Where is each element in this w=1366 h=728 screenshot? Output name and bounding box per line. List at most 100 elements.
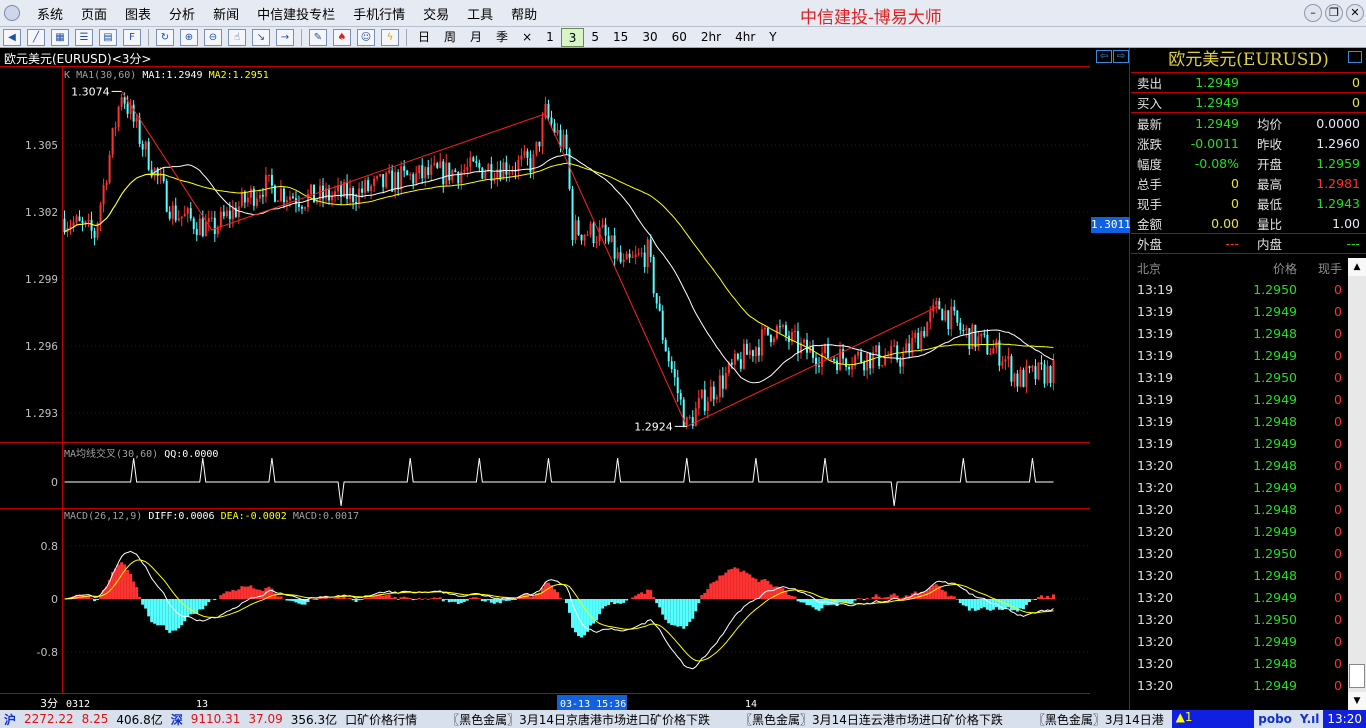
f10-icon[interactable]: F [123, 28, 141, 46]
line-chart-icon[interactable]: ╱ [27, 28, 45, 46]
menu-item[interactable]: 系统 [28, 4, 72, 23]
candle-body [276, 200, 279, 202]
tick-price: 1.2950 [1253, 611, 1297, 627]
candle-body [243, 191, 246, 203]
restore-button[interactable]: ❐ [1325, 4, 1343, 22]
price-chart[interactable]: 1.305 1.302 1.299 1.296 1.293 1.3074 1.2924 0 0.… [0, 67, 1090, 710]
tick-scrollbar[interactable]: ▲ ▼ [1348, 258, 1366, 710]
zoom-out-icon[interactable]: ⊖ [204, 28, 222, 46]
period-button[interactable]: 4hr [728, 28, 762, 47]
period-button[interactable]: 2hr [694, 28, 728, 47]
candle-body [385, 172, 388, 188]
sell-row: 卖出 1.2949 0 [1131, 73, 1366, 93]
scroll-down-icon[interactable]: ▼ [1348, 692, 1366, 710]
alarm-bell-icon[interactable]: ♠ [333, 28, 351, 46]
menu-item[interactable]: 中信建投专栏 [248, 4, 344, 23]
tick-list: 北京 价格 现手 13:19 1.2950 0 13:19 1.2949 0 13:19 1.… [1131, 258, 1348, 696]
period-button[interactable]: 日 [411, 28, 437, 47]
candle-body [947, 310, 950, 330]
import-icon[interactable]: → [276, 28, 294, 46]
lightning-icon[interactable]: ϟ [381, 28, 399, 46]
scroll-up-icon[interactable]: ▲ [1348, 258, 1366, 276]
candle-body [830, 358, 833, 360]
tick-row: 13:19 1.2949 0 [1131, 432, 1348, 454]
quote-value: 0.00 [1211, 215, 1239, 231]
candle-body [640, 252, 643, 254]
candle-body [604, 224, 607, 236]
quote-list-icon[interactable]: ☰ [75, 28, 93, 46]
candle-body [418, 165, 421, 174]
candle-body [959, 322, 962, 330]
tick-price: 1.2950 [1253, 545, 1297, 561]
candle-body [279, 188, 282, 201]
scroll-left-icon[interactable]: ⇦ [1096, 50, 1112, 63]
candle-body [183, 213, 186, 217]
period-button[interactable]: Y [762, 28, 783, 47]
quote-label: 昨收 [1257, 136, 1283, 152]
tick-row: 13:20 1.2949 0 [1131, 630, 1348, 652]
menu-item[interactable]: 帮助 [502, 4, 546, 23]
refresh-icon[interactable]: ↻ [156, 28, 174, 46]
candle-body [132, 104, 135, 122]
tick-row: 13:19 1.2948 0 [1131, 322, 1348, 344]
candle-body [748, 350, 751, 355]
candle-body [577, 220, 580, 235]
report-icon[interactable]: ▤ [99, 28, 117, 46]
period-button[interactable]: 1 [539, 28, 561, 47]
quote-label: 总手 [1137, 176, 1163, 192]
candle-body [860, 351, 863, 363]
menu-item[interactable]: 页面 [72, 4, 116, 23]
candle-body [992, 348, 995, 354]
scroll-right-icon[interactable]: ⇨ [1113, 50, 1129, 63]
candle-body [851, 365, 854, 370]
menu-item[interactable]: 交易 [414, 4, 458, 23]
price-tick-label: 1.296 [25, 340, 58, 353]
candle-body [63, 218, 66, 233]
draw-icon[interactable]: ✎ [309, 28, 327, 46]
candle-body [1046, 366, 1049, 384]
export-icon[interactable]: ↘ [252, 28, 270, 46]
multi-chart-icon[interactable]: ▦ [51, 28, 69, 46]
period-button[interactable]: 30 [635, 28, 664, 47]
minimize-button[interactable]: – [1304, 4, 1322, 22]
scroll-thumb[interactable] [1349, 664, 1365, 688]
time-label: 13 [196, 699, 208, 710]
menu-item[interactable]: 新闻 [204, 4, 248, 23]
tick-price: 1.2948 [1253, 325, 1297, 341]
macd-diff: DIFF:0.0006 [148, 511, 215, 522]
alert-indicator[interactable]: ▲1 [1171, 710, 1255, 728]
close-button[interactable]: ✕ [1346, 4, 1364, 22]
candle-body [135, 117, 138, 122]
candle-body [75, 216, 78, 223]
period-button[interactable]: 周 [437, 28, 463, 47]
period-button[interactable]: 3 [560, 27, 585, 47]
period-button[interactable]: 月 [463, 28, 489, 47]
app-logo-icon[interactable] [4, 5, 20, 21]
cursor-icon[interactable]: ☝ [228, 28, 246, 46]
menu-item[interactable]: 图表 [116, 4, 160, 23]
period-button[interactable]: 15 [606, 28, 635, 47]
outer-value: --- [1225, 236, 1239, 251]
candle-body [102, 185, 105, 205]
tick-row: 13:19 1.2950 0 [1131, 278, 1348, 300]
buy-label: 买入 [1137, 96, 1163, 111]
sell-volume: 0 [1352, 75, 1360, 90]
zoom-in-icon[interactable]: ⊕ [180, 28, 198, 46]
menu-item[interactable]: 手机行情 [344, 4, 414, 23]
back-icon[interactable]: ◀ [3, 28, 21, 46]
candle-body [637, 253, 640, 255]
period-button[interactable]: × [515, 28, 539, 47]
maximize-icon[interactable] [1348, 51, 1362, 63]
users-icon[interactable]: ☺ [357, 28, 375, 46]
quote-value: 0.0000 [1316, 115, 1360, 131]
menu-item[interactable]: 分析 [160, 4, 204, 23]
candle-body [586, 234, 589, 236]
period-button[interactable]: 5 [584, 28, 606, 47]
period-button[interactable]: 60 [665, 28, 694, 47]
tick-price: 1.2950 [1253, 281, 1297, 297]
period-button[interactable]: 季 [489, 28, 515, 47]
news-ticker[interactable]: 口矿价格行情 〖黑色金属〗3月14日京唐港市场进口矿价格下跌 〖黑色金属〗3月1… [341, 711, 1172, 728]
tick-time: 13:19 [1137, 369, 1174, 385]
candle-body [742, 343, 745, 369]
menu-item[interactable]: 工具 [458, 4, 502, 23]
